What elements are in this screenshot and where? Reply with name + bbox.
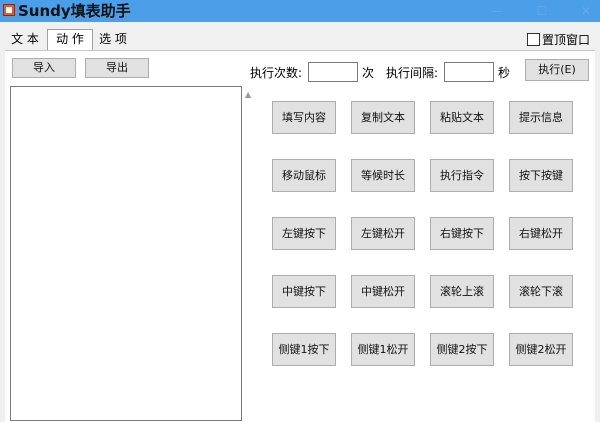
execute-button[interactable]: 执行(E) <box>525 59 589 81</box>
action-list[interactable] <box>10 86 242 421</box>
maximize-icon[interactable]: ☐ <box>528 0 556 22</box>
action-button[interactable]: 右键按下 <box>430 217 494 250</box>
close-icon[interactable]: ✕ <box>572 0 600 22</box>
exec-count-input[interactable] <box>308 62 358 82</box>
action-button[interactable]: 滚轮上滚 <box>430 275 494 308</box>
window-title: Sundy填表助手 <box>18 2 131 20</box>
action-button[interactable]: 执行指令 <box>430 159 494 192</box>
import-button[interactable]: 导入 <box>12 58 76 78</box>
list-scrollbar[interactable]: ▲ <box>243 86 257 421</box>
tab-options[interactable]: 选 项 <box>93 30 133 49</box>
tab-action[interactable]: 动 作 <box>47 29 93 50</box>
action-button[interactable]: 移动鼠标 <box>272 159 336 192</box>
app-icon <box>3 4 15 16</box>
action-button[interactable]: 等候时长 <box>351 159 415 192</box>
action-button[interactable]: 侧键2按下 <box>430 333 494 366</box>
pin-top-checkbox[interactable]: 置顶窗口 <box>527 31 590 48</box>
title-bar[interactable]: Sundy填表助手 — ☐ ✕ <box>0 0 600 22</box>
action-button[interactable]: 侧键2松开 <box>509 333 573 366</box>
interval-unit-label: 秒 <box>498 66 511 80</box>
count-unit-label: 次 <box>362 66 375 80</box>
action-button[interactable]: 侧键1按下 <box>272 333 336 366</box>
export-button[interactable]: 导出 <box>85 58 149 78</box>
interval-input[interactable] <box>444 62 494 82</box>
action-button[interactable]: 中键松开 <box>351 275 415 308</box>
minimize-icon[interactable]: — <box>483 0 511 22</box>
exec-count-label: 执行次数: <box>250 66 303 80</box>
action-button[interactable]: 侧键1松开 <box>351 333 415 366</box>
tab-text[interactable]: 文 本 <box>5 30 45 49</box>
action-button[interactable]: 滚轮下滚 <box>509 275 573 308</box>
action-button[interactable]: 粘贴文本 <box>430 101 494 134</box>
scroll-up-icon[interactable]: ▲ <box>245 90 251 99</box>
pin-top-label: 置顶窗口 <box>542 33 591 47</box>
interval-label: 执行间隔: <box>386 66 439 80</box>
action-button[interactable]: 按下按键 <box>509 159 573 192</box>
action-button[interactable]: 提示信息 <box>509 101 573 134</box>
action-button[interactable]: 左键松开 <box>351 217 415 250</box>
action-button[interactable]: 填写内容 <box>272 101 336 134</box>
action-button[interactable]: 中键按下 <box>272 275 336 308</box>
action-button[interactable]: 复制文本 <box>351 101 415 134</box>
action-button[interactable]: 右键松开 <box>509 217 573 250</box>
checkbox-icon[interactable] <box>527 33 540 46</box>
action-button[interactable]: 左键按下 <box>272 217 336 250</box>
